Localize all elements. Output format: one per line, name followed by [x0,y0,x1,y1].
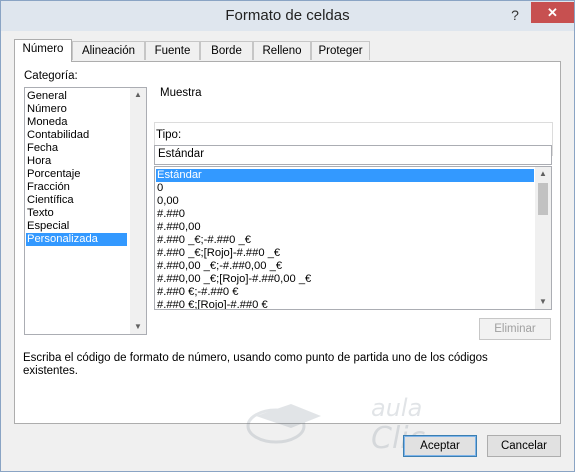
cancel-button[interactable]: Cancelar [487,435,561,457]
type-label: Tipo: [156,129,182,141]
category-item[interactable]: Número [26,103,127,116]
dialog-title: Formato de celdas [225,7,350,24]
category-item[interactable]: Fecha [26,142,127,155]
type-item[interactable]: #.##0 €;[Rojo]-#.##0 € [156,299,534,309]
type-list[interactable]: Estándar 0 0,00 #.##0 #.##0,00 #.##0 _€;-#.##… [154,166,552,310]
type-item[interactable]: #.##0 _€;[Rojo]-#.##0 _€ [156,247,534,260]
category-item[interactable]: General [26,90,127,103]
type-item[interactable]: #.##0,00 [156,221,534,234]
tab-proteger[interactable]: Proteger [311,41,370,60]
type-scrollbar[interactable]: ▲ ▼ [535,167,551,309]
title-bar[interactable]: Formato de celdas ? ✕ [1,1,574,31]
tab-relleno[interactable]: Relleno [253,41,311,60]
category-item[interactable]: Contabilidad [26,129,127,142]
scroll-up-arrow-icon[interactable]: ▲ [130,88,146,102]
category-item[interactable]: Moneda [26,116,127,129]
scroll-up-arrow-icon[interactable]: ▲ [535,167,551,181]
category-item[interactable]: Hora [26,155,127,168]
type-item[interactable]: Estándar [156,169,534,182]
type-item[interactable]: #.##0,00 _€;-#.##0,00 _€ [156,260,534,273]
type-item[interactable]: 0 [156,182,534,195]
category-item[interactable]: Fracción [26,181,127,194]
scroll-down-arrow-icon[interactable]: ▼ [535,295,551,309]
type-item[interactable]: #.##0,00 _€;[Rojo]-#.##0,00 _€ [156,273,534,286]
format-cells-dialog: Formato de celdas ? ✕ Número Alineación … [0,0,575,472]
ok-button[interactable]: Aceptar [403,435,477,457]
description-text: Escriba el código de formato de número, … [23,352,488,377]
type-item[interactable]: #.##0 €;-#.##0 € [156,286,534,299]
tab-borde[interactable]: Borde [200,41,253,60]
category-item[interactable]: Especial [26,220,127,233]
sample-label: Muestra [160,87,206,99]
type-item[interactable]: #.##0 _€;-#.##0 _€ [156,234,534,247]
category-item[interactable]: Científica [26,194,127,207]
category-label: Categoría: [24,70,78,82]
category-list[interactable]: General Número Moneda Contabilidad Fecha Hora… [24,87,147,335]
help-button[interactable]: ? [504,5,526,25]
category-item[interactable]: Texto [26,207,127,220]
tab-fuente[interactable]: Fuente [145,41,200,60]
type-item[interactable]: #.##0 [156,208,534,221]
category-item[interactable]: Personalizada [26,233,127,246]
dialog-body: Número Alineación Fuente Borde Relleno P… [1,31,574,471]
watermark-line1: aula [371,394,422,422]
scroll-thumb[interactable] [538,183,548,215]
scroll-down-arrow-icon[interactable]: ▼ [130,320,146,334]
tab-alineacion[interactable]: Alineación [72,41,145,60]
category-scrollbar[interactable]: ▲ ▼ [130,88,146,334]
close-button[interactable]: ✕ [531,2,574,23]
tab-numero[interactable]: Número [14,39,72,62]
type-item[interactable]: 0,00 [156,195,534,208]
aulaclic-watermark-logo: aula Clic [246,394,426,456]
delete-button[interactable]: Eliminar [479,318,551,340]
type-input[interactable]: Estándar [154,145,552,165]
category-item[interactable]: Porcentaje [26,168,127,181]
